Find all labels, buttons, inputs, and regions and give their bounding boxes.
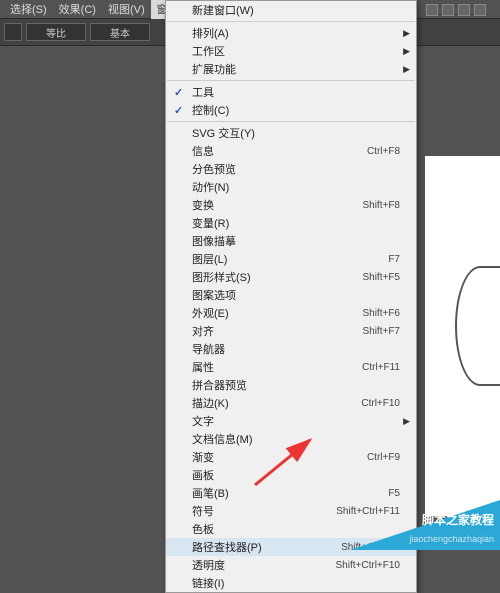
check-icon: ✓ xyxy=(174,104,183,117)
menu-item[interactable]: 变量(R) xyxy=(166,214,416,232)
menu-item-label: 排列(A) xyxy=(192,25,400,41)
menu-item-label: 新建窗口(W) xyxy=(192,2,400,18)
menu-item-label: 工具 xyxy=(192,84,400,100)
menu-item-label: 信息 xyxy=(192,143,367,159)
menu-item-label: 对齐 xyxy=(192,323,362,339)
path-shape[interactable] xyxy=(455,266,500,386)
menu-item-label: 符号 xyxy=(192,503,336,519)
artboard xyxy=(425,156,500,516)
menu-item[interactable]: SVG 交互(Y) xyxy=(166,124,416,142)
menu-item-label: 链接(I) xyxy=(192,575,400,591)
panel-icon[interactable] xyxy=(442,4,454,16)
menu-item-shortcut: Ctrl+F8 xyxy=(367,146,400,157)
menu-item[interactable]: 排列(A)▶ xyxy=(166,24,416,42)
menu-item-shortcut: F5 xyxy=(388,488,400,499)
menu-item-label: 拼合器预览 xyxy=(192,377,400,393)
menu-item-label: SVG 交互(Y) xyxy=(192,125,400,141)
check-icon: ✓ xyxy=(174,86,183,99)
menu-item[interactable]: 对齐Shift+F7 xyxy=(166,322,416,340)
menu-item-shortcut: Shift+F8 xyxy=(362,200,400,211)
menu-item[interactable]: ✓ 工具 xyxy=(166,83,416,101)
menu-item[interactable]: 动作(N) xyxy=(166,178,416,196)
menu-item[interactable]: 图层(L)F7 xyxy=(166,250,416,268)
brush-dropdown[interactable]: 基本 xyxy=(90,23,150,41)
menu-item-label: 文字 xyxy=(192,413,400,429)
menu-item[interactable]: 图案选项 xyxy=(166,286,416,304)
menu-item[interactable]: 信息Ctrl+F8 xyxy=(166,142,416,160)
menu-item-label: 画板 xyxy=(192,467,400,483)
panel-icon[interactable] xyxy=(426,4,438,16)
menu-item-label: 动作(N) xyxy=(192,179,400,195)
menu-item[interactable]: 新建窗口(W) xyxy=(166,1,416,19)
menu-item[interactable]: 导航器 xyxy=(166,340,416,358)
menu-separator xyxy=(167,80,415,81)
menu-select[interactable]: 选择(S) xyxy=(4,0,53,19)
menu-item-shortcut: Shift+Ctrl+F10 xyxy=(336,560,400,571)
panel-icon[interactable] xyxy=(458,4,470,16)
panel-icon[interactable] xyxy=(474,4,486,16)
menu-item[interactable]: 文档信息(M) xyxy=(166,430,416,448)
menu-item-label: 扩展功能 xyxy=(192,61,400,77)
menu-item-label: 外观(E) xyxy=(192,305,362,321)
menu-item[interactable]: 外观(E)Shift+F6 xyxy=(166,304,416,322)
menu-item-label: 变量(R) xyxy=(192,215,400,231)
menu-item[interactable]: 链接(I) xyxy=(166,574,416,592)
menu-item[interactable]: 扩展功能▶ xyxy=(166,60,416,78)
menu-item-label: 图层(L) xyxy=(192,251,388,267)
menu-item[interactable]: 工作区▶ xyxy=(166,42,416,60)
menu-item-label: 工作区 xyxy=(192,43,400,59)
menu-item-label: 路径查找器(P) xyxy=(192,539,341,555)
toolbar-swatch[interactable] xyxy=(4,23,22,41)
menu-item-label: 属性 xyxy=(192,359,362,375)
menu-item[interactable]: 变换Shift+F8 xyxy=(166,196,416,214)
menu-item[interactable]: 画板 xyxy=(166,466,416,484)
submenu-arrow-icon: ▶ xyxy=(403,64,410,75)
menu-item-label: 描边(K) xyxy=(192,395,361,411)
watermark: 脚本之家教程 jiaochengchazhaqian xyxy=(350,500,500,550)
menu-item-label: 文档信息(M) xyxy=(192,431,400,447)
menu-item-label: 导航器 xyxy=(192,341,400,357)
menu-item-shortcut: Shift+F5 xyxy=(362,272,400,283)
menu-item[interactable]: 拼合器预览 xyxy=(166,376,416,394)
menu-item-shortcut: Ctrl+F9 xyxy=(367,452,400,463)
menu-item[interactable]: 图像描摹 xyxy=(166,232,416,250)
menu-item-label: 画笔(B) xyxy=(192,485,388,501)
watermark-text: 脚本之家教程 xyxy=(422,511,494,528)
menu-item-label: 图像描摹 xyxy=(192,233,400,249)
menu-item[interactable]: 透明度Shift+Ctrl+F10 xyxy=(166,556,416,574)
menu-item-label: 图案选项 xyxy=(192,287,400,303)
menu-item-label: 控制(C) xyxy=(192,102,400,118)
menu-separator xyxy=(167,121,415,122)
menu-item[interactable]: 图形样式(S)Shift+F5 xyxy=(166,268,416,286)
menu-item-label: 变换 xyxy=(192,197,362,213)
submenu-arrow-icon: ▶ xyxy=(403,46,410,57)
submenu-arrow-icon: ▶ xyxy=(403,28,410,39)
watermark-url: jiaochengchazhaqian xyxy=(409,534,494,544)
menu-item-label: 渐变 xyxy=(192,449,367,465)
menu-item[interactable]: ✓ 控制(C) xyxy=(166,101,416,119)
menu-item-shortcut: Shift+F6 xyxy=(362,308,400,319)
menu-item-shortcut: Ctrl+F10 xyxy=(361,398,400,409)
menu-item[interactable]: 属性Ctrl+F11 xyxy=(166,358,416,376)
menu-item-label: 透明度 xyxy=(192,557,336,573)
menu-item[interactable]: 分色预览 xyxy=(166,160,416,178)
menu-effect[interactable]: 效果(C) xyxy=(53,0,102,19)
menu-item-shortcut: Ctrl+F11 xyxy=(362,362,400,373)
menu-item[interactable]: 描边(K)Ctrl+F10 xyxy=(166,394,416,412)
menu-view[interactable]: 视图(V) xyxy=(102,0,151,19)
menu-item[interactable]: 文字▶ xyxy=(166,412,416,430)
menu-item[interactable]: 渐变Ctrl+F9 xyxy=(166,448,416,466)
menu-separator xyxy=(167,21,415,22)
submenu-arrow-icon: ▶ xyxy=(403,416,410,427)
menu-item-label: 图形样式(S) xyxy=(192,269,362,285)
width-profile-dropdown[interactable]: 等比 xyxy=(26,23,86,41)
menu-item-label: 分色预览 xyxy=(192,161,400,177)
menu-item-shortcut: Shift+F7 xyxy=(362,326,400,337)
menu-item-shortcut: F7 xyxy=(388,254,400,265)
